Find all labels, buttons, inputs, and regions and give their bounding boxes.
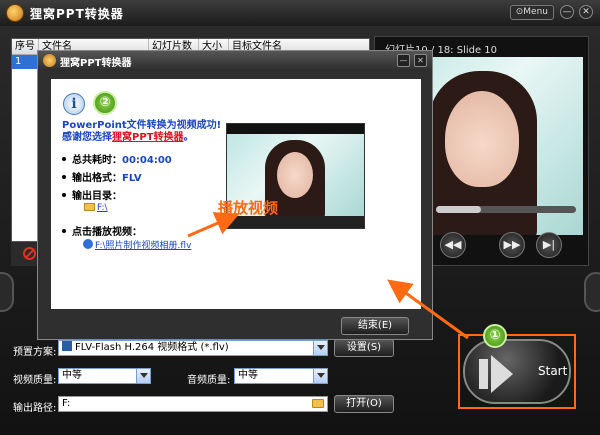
chevron-down-icon[interactable]	[136, 369, 150, 383]
dialog-content: i ② PowerPoint文件转换为视频成功! 感谢您选择狸窝PPT转换器。 …	[51, 79, 421, 309]
success-line-1: PowerPoint文件转换为视频成功!	[62, 120, 222, 131]
next-button[interactable]: ▶▶	[499, 232, 525, 258]
start-button[interactable]: Start	[463, 339, 571, 404]
output-dir-link[interactable]: F:\	[97, 203, 108, 213]
preset-value: FLV-Flash H.264 视频格式 (*.flv)	[75, 342, 229, 353]
start-highlight: Start	[458, 334, 576, 409]
audio-quality-label: 音频质量:	[187, 375, 231, 386]
dialog-close-button[interactable]: ✕	[414, 54, 427, 67]
output-dir-link-row[interactable]: F:\	[62, 202, 108, 213]
last-button[interactable]: ▶|	[536, 232, 562, 258]
video-quality-label: 视频质量:	[13, 375, 57, 386]
format-row: 输出格式：FLV	[62, 169, 142, 184]
step-two-badge-icon: ②	[93, 91, 117, 115]
flv-format-icon	[62, 341, 72, 351]
success-message: PowerPoint文件转换为视频成功! 感谢您选择狸窝PPT转换器。	[62, 120, 221, 144]
output-path-label: 输出路径:	[13, 403, 57, 414]
dialog-logo-icon	[43, 54, 56, 67]
success-line-2: 感谢您选择狸窝PPT转换器。	[62, 132, 194, 143]
play-video-link-row[interactable]: F:\照片制作视频相册.flv	[62, 238, 191, 251]
app-logo-icon	[6, 4, 24, 22]
dialog-title: 狸窝PPT转换器	[60, 58, 132, 69]
play-icon	[83, 239, 93, 249]
play-arrow-icon	[491, 355, 532, 393]
start-bar-icon	[479, 359, 488, 389]
close-button[interactable]: ✕	[579, 5, 593, 19]
conversion-complete-dialog: 狸窝PPT转换器 — ✕ i ② PowerPoint文件转换为视频成功! 感谢…	[37, 50, 433, 340]
dialog-minimize-button[interactable]: —	[397, 54, 410, 67]
video-quality-value: 中等	[62, 370, 82, 381]
title-bar: 狸窝PPT转换器 ⊙Menu — ✕	[0, 0, 600, 26]
preset-label: 预置方案:	[13, 347, 57, 358]
play-video-caption: 播放视频	[218, 199, 279, 217]
total-time-row: 总共耗时：00:04:00	[62, 151, 172, 166]
chevron-down-icon[interactable]	[313, 369, 327, 383]
prev-button[interactable]: ◀◀	[440, 232, 466, 258]
open-button[interactable]: 打开(O)	[334, 395, 394, 413]
preview-seek-bar[interactable]	[436, 206, 576, 213]
play-video-link[interactable]: F:\照片制作视频相册.flv	[95, 241, 191, 251]
play-video-row: 点击播放视频：	[62, 223, 142, 238]
preset-select[interactable]: FLV-Flash H.264 视频格式 (*.flv)	[58, 340, 328, 356]
finish-button[interactable]: 结束(E)	[341, 317, 409, 335]
seek-fill	[436, 206, 481, 213]
start-label: Start	[538, 364, 568, 378]
row-index: 1	[15, 56, 22, 67]
app-title: 狸窝PPT转换器	[30, 6, 124, 21]
preview-photo-face	[445, 91, 519, 187]
step-one-badge-icon: ①	[483, 324, 507, 348]
chevron-down-icon[interactable]	[313, 341, 327, 355]
folder-icon[interactable]	[312, 399, 324, 408]
audio-quality-value: 中等	[238, 370, 258, 381]
output-dir-row: 输出目录：	[62, 187, 122, 202]
left-side-handle	[0, 272, 14, 312]
video-quality-select[interactable]: 中等	[58, 368, 151, 384]
output-path-value: F:	[62, 398, 71, 409]
menu-button[interactable]: ⊙Menu	[509, 5, 554, 20]
folder-icon	[84, 203, 95, 211]
settings-button[interactable]: 设置(S)	[334, 339, 394, 357]
remove-icon[interactable]	[23, 247, 36, 260]
info-icon: i	[63, 93, 85, 115]
minimize-button[interactable]: —	[560, 5, 574, 19]
total-time-value: 00:04:00	[122, 155, 172, 166]
right-side-handle	[584, 272, 600, 312]
thumbnail-photo-face	[277, 152, 313, 198]
output-path-input[interactable]: F:	[58, 396, 328, 412]
dialog-title-bar: 狸窝PPT转换器 — ✕	[38, 51, 432, 71]
format-value: FLV	[122, 173, 142, 184]
column-header[interactable]: 序号	[12, 39, 39, 54]
audio-quality-select[interactable]: 中等	[234, 368, 328, 384]
